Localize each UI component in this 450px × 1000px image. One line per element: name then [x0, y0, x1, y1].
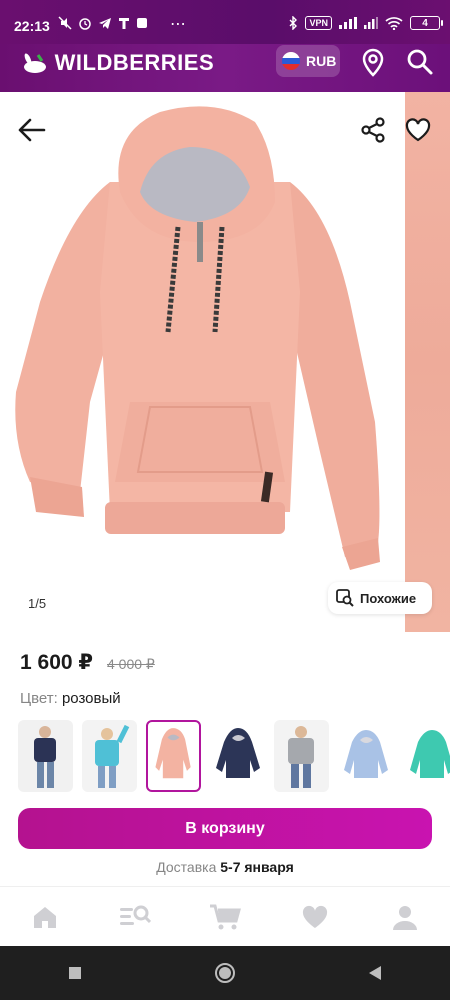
signal-2-icon — [364, 17, 378, 29]
telegram-icon — [99, 18, 111, 29]
swatch-thumb — [288, 726, 314, 788]
bluetooth-icon — [289, 16, 298, 30]
search-icon[interactable] — [406, 48, 434, 76]
currency-label: RUB — [306, 53, 337, 69]
currency-selector[interactable]: RUB — [276, 45, 340, 77]
status-time: 22:13 — [14, 18, 50, 34]
nav-cart[interactable] — [205, 897, 245, 937]
swatch-turquoise-kid[interactable] — [82, 720, 137, 792]
catalog-search-icon — [120, 905, 151, 925]
swatch-light-blue[interactable] — [338, 720, 393, 792]
app-header: WILDBERRIES RUB — [0, 44, 450, 92]
product-image[interactable] — [0, 92, 405, 632]
home-icon — [34, 906, 56, 928]
color-row: Цвет: розовый — [20, 690, 121, 707]
profile-icon — [393, 905, 417, 930]
swatch-navy-kid[interactable] — [18, 720, 73, 792]
nav-favorites[interactable] — [295, 897, 335, 937]
recents-button[interactable] — [63, 961, 87, 985]
delivery-label: Доставка — [156, 859, 217, 875]
swatch-navy[interactable] — [210, 720, 265, 792]
hoodie-illustration — [15, 106, 380, 570]
bunny-logo-icon — [24, 53, 46, 74]
russia-flag-icon — [282, 52, 300, 70]
alarm-icon — [79, 18, 91, 30]
image-counter: 1/5 — [18, 592, 57, 616]
nav-catalog[interactable] — [115, 897, 155, 937]
swatch-pink-selected[interactable] — [146, 720, 201, 792]
bottom-navigation — [0, 886, 450, 946]
similar-button[interactable]: Похожие — [328, 582, 432, 614]
color-label: Цвет: — [20, 690, 58, 707]
t-app-icon — [119, 18, 129, 29]
favorites-icon — [302, 905, 328, 928]
status-bar: 22:13 ⋯ VPN 4 — [0, 0, 450, 44]
favorite-heart-icon[interactable] — [404, 116, 432, 144]
muted-icon — [58, 16, 72, 30]
swatch-thumb — [95, 724, 130, 788]
brand-name: WILDBERRIES — [54, 50, 215, 75]
old-price: 4 000 ₽ — [107, 656, 155, 672]
square-recents-icon — [69, 967, 81, 979]
status-left-icons — [58, 16, 148, 30]
next-product-image-peek[interactable] — [405, 92, 450, 632]
back-arrow-icon[interactable] — [16, 116, 46, 144]
more-notifications-icon: ⋯ — [170, 16, 187, 33]
similar-label: Похожие — [360, 590, 417, 606]
swatch-thumb — [155, 728, 191, 779]
swatch-thumb — [34, 726, 56, 788]
home-button[interactable] — [213, 961, 237, 985]
signal-icon — [339, 17, 357, 29]
circle-home-icon — [215, 963, 235, 983]
notification-square-icon — [137, 18, 147, 28]
current-price: 1 600 ₽ — [20, 651, 93, 674]
color-swatches — [18, 720, 450, 794]
triangle-back-icon — [369, 966, 381, 980]
swatch-thumb — [410, 730, 450, 778]
wildberries-logo[interactable]: WILDBERRIES — [22, 50, 214, 76]
system-back-button[interactable] — [363, 961, 387, 985]
swatch-grey-kid[interactable] — [274, 720, 329, 792]
product-gallery[interactable]: 1/5 Похожие — [0, 92, 450, 632]
vpn-badge: VPN — [305, 16, 332, 30]
add-to-cart-button[interactable]: В корзину — [18, 808, 432, 849]
color-value: розовый — [61, 690, 121, 707]
delivery-info: Доставка 5-7 января — [0, 859, 450, 875]
wifi-icon — [385, 16, 403, 30]
price-row: 1 600 ₽ 4 000 ₽ — [20, 650, 155, 675]
nav-profile[interactable] — [385, 897, 425, 937]
swatch-mint[interactable] — [402, 720, 450, 792]
system-navigation-bar — [0, 946, 450, 1000]
status-right-icons: VPN 4 — [288, 16, 443, 30]
similar-search-icon — [336, 589, 354, 607]
share-icon[interactable] — [360, 116, 386, 144]
nav-home[interactable] — [25, 897, 65, 937]
cart-icon — [210, 904, 241, 929]
battery-indicator: 4 — [410, 16, 443, 30]
location-pin-icon[interactable] — [360, 48, 386, 78]
delivery-date: 5-7 января — [220, 859, 294, 875]
swatch-thumb — [344, 730, 388, 778]
swatch-thumb — [216, 728, 260, 778]
